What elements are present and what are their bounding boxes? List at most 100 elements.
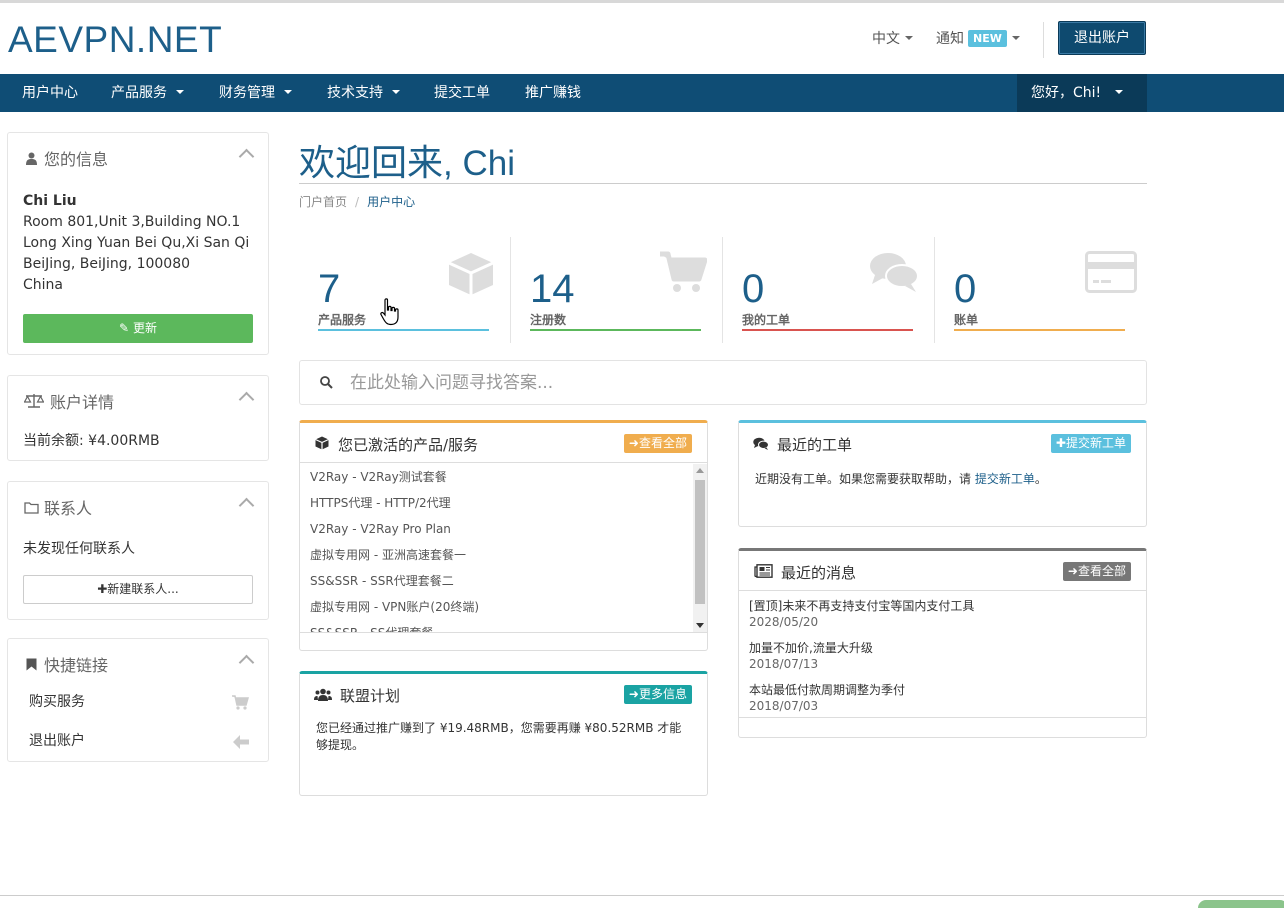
nav-label: 产品服务 [111, 85, 167, 101]
news-date: 2018/07/13 [749, 657, 819, 671]
scrollbar-thumb[interactable] [695, 480, 705, 604]
update-info-button[interactable]: ✎ 更新 [23, 314, 253, 343]
news-title: 加量不加价,流量大升级 [749, 641, 873, 655]
breadcrumb: 门户首页 / 用户中心 [299, 193, 415, 210]
list-item[interactable]: 虚拟专用网 - 亚洲高速套餐一 [300, 542, 692, 568]
cart-icon [659, 251, 708, 297]
news-item[interactable]: 加量不加价,流量大升级 2018/07/13 [739, 634, 1146, 676]
services-scrollbar[interactable] [693, 464, 707, 632]
quicklink-buy-service[interactable]: 购买服务 [23, 683, 253, 722]
card-title: 最近的工单 [753, 434, 852, 455]
panel-account-details: 账户详情 当前余额: ¥4.00RMB [7, 375, 269, 461]
news-title: [置顶]未来不再支持支付宝等国内支付工具 [749, 599, 975, 613]
pencil-icon: ✎ [119, 321, 130, 335]
chevron-down-icon [905, 36, 913, 40]
stat-underline [954, 329, 1125, 331]
main-navbar: 用户中心 产品服务 财务管理 技术支持 提交工单 推广赚钱 您好，Chi! [0, 74, 1284, 112]
list-item[interactable]: 虚拟专用网 - VPN账户(20终端) [300, 594, 692, 620]
comments-icon [869, 251, 919, 297]
button-label: 新建联系人... [107, 582, 179, 596]
comments-icon [753, 436, 769, 454]
view-all-services-button[interactable]: ➜查看全部 [623, 434, 692, 453]
list-item[interactable]: SS&SSR - SSR代理套餐二 [300, 568, 692, 594]
view-all-news-button[interactable]: ➜查看全部 [1062, 562, 1131, 581]
stat-label: 注册数 [530, 313, 567, 327]
floating-widget-tab[interactable] [1198, 900, 1284, 908]
news-item[interactable]: 本站最低付款周期调整为季付 2018/07/03 [739, 676, 1146, 718]
header: AEVPN.NET 中文 通知 NEW 退出账户 [0, 3, 1284, 74]
panel-title: 账户详情 [23, 389, 114, 413]
language-selector[interactable]: 中文 [872, 28, 913, 48]
user-greeting: 您好，Chi! [1031, 85, 1102, 101]
chevron-up-icon[interactable] [238, 497, 255, 514]
nav-products[interactable]: 产品服务 [111, 74, 184, 112]
stat-underline [742, 329, 913, 331]
card-recent-news: 最近的消息 ➜查看全部 [置顶]未来不再支持支付宝等国内支付工具 2028/05… [738, 548, 1147, 738]
panel-title-text: 您的信息 [44, 150, 109, 169]
language-label: 中文 [872, 31, 900, 47]
list-item[interactable]: HTTPS代理 - HTTP/2代理 [300, 490, 692, 516]
chevron-down-icon [284, 90, 292, 94]
open-new-ticket-button[interactable]: ✚提交新工单 [1050, 434, 1131, 453]
bookmark-icon [24, 656, 38, 675]
nav-submit-ticket[interactable]: 提交工单 [434, 74, 490, 112]
stat-invoices[interactable]: 0 账单 [935, 237, 1147, 343]
card-title-text: 您已激活的产品/服务 [338, 436, 479, 454]
news-item[interactable]: [置顶]未来不再支持支付宝等国内支付工具 2028/05/20 [739, 592, 1146, 634]
panel-header[interactable]: 联系人 [8, 482, 268, 526]
scroll-down-icon[interactable] [696, 623, 704, 628]
panel-body: 未发现任何联系人 ✚新建联系人... [8, 526, 268, 616]
nav-label: 用户中心 [22, 85, 78, 101]
scroll-up-icon[interactable] [696, 468, 704, 473]
submit-ticket-link[interactable]: 提交新工单 [975, 472, 1035, 486]
stat-registrations[interactable]: 14 注册数 [511, 237, 723, 343]
nav-billing[interactable]: 财务管理 [219, 74, 292, 112]
panel-your-info: 您的信息 Chi Liu Room 801,Unit 3,Building NO… [7, 132, 269, 355]
site-logo[interactable]: AEVPN.NET [8, 19, 222, 61]
chevron-up-icon[interactable] [238, 654, 255, 671]
list-item[interactable]: V2Ray - V2Ray Pro Plan [300, 516, 692, 542]
notifications-menu[interactable]: 通知 NEW [936, 28, 1020, 48]
nav-affiliate[interactable]: 推广赚钱 [525, 74, 581, 112]
cart-icon [232, 683, 249, 722]
stat-services[interactable]: 7 产品服务 [299, 237, 511, 343]
panel-title-text: 联系人 [44, 499, 93, 518]
quicklink-logout[interactable]: 退出账户 [23, 722, 253, 761]
text-fragment: 近期没有工单。如果您需要获取帮助，请 [755, 472, 975, 486]
nav-label: 提交工单 [434, 85, 490, 101]
cube-icon [314, 436, 330, 454]
chevron-up-icon[interactable] [238, 391, 255, 408]
user-icon [24, 150, 38, 169]
address-line: Long Xing Yuan Bei Qu,Xi San Qi [23, 235, 250, 251]
services-list: V2Ray - V2Ray测试套餐 HTTPS代理 - HTTP/2代理 V2R… [300, 464, 692, 632]
chevron-up-icon[interactable] [238, 148, 255, 165]
panel-header[interactable]: 账户详情 [8, 376, 268, 420]
card-recent-tickets: 最近的工单 ✚提交新工单 近期没有工单。如果您需要获取帮助，请 提交新工单。 [738, 420, 1147, 527]
button-label: 更新 [132, 321, 157, 335]
panel-header[interactable]: 快捷链接 [8, 639, 268, 683]
panel-body: Chi Liu Room 801,Unit 3,Building NO.1 Lo… [8, 177, 268, 355]
address-line: BeiJing, BeiJing, 100080 [23, 256, 191, 272]
card-header: 最近的消息 ➜查看全部 [739, 551, 1146, 591]
stat-tickets[interactable]: 0 我的工单 [723, 237, 935, 343]
button-label: 更多信息 [638, 687, 687, 701]
stat-value: 14 [530, 267, 575, 311]
plus-icon: ✚ [97, 582, 108, 596]
list-item[interactable]: V2Ray - V2Ray测试套餐 [300, 464, 692, 490]
breadcrumb-home[interactable]: 门户首页 [299, 195, 347, 209]
cube-icon [447, 251, 495, 301]
nav-support[interactable]: 技术支持 [327, 74, 400, 112]
affiliate-more-info-button[interactable]: ➜更多信息 [623, 685, 692, 704]
notifications-label: 通知 [936, 31, 964, 47]
list-item[interactable]: SS&SSR - SS代理套餐 [300, 620, 692, 632]
nav-user-menu[interactable]: 您好，Chi! [1017, 74, 1147, 112]
panel-title: 快捷链接 [24, 652, 108, 676]
hand-cursor-icon [380, 298, 400, 330]
news-title: 本站最低付款周期调整为季付 [749, 683, 906, 697]
arrow-right-icon: ➜ [1067, 564, 1078, 578]
new-contact-button[interactable]: ✚新建联系人... [23, 575, 253, 604]
panel-header[interactable]: 您的信息 [8, 133, 268, 177]
nav-user-center[interactable]: 用户中心 [22, 74, 78, 112]
search-input[interactable] [350, 369, 1130, 397]
logout-button[interactable]: 退出账户 [1058, 21, 1146, 55]
